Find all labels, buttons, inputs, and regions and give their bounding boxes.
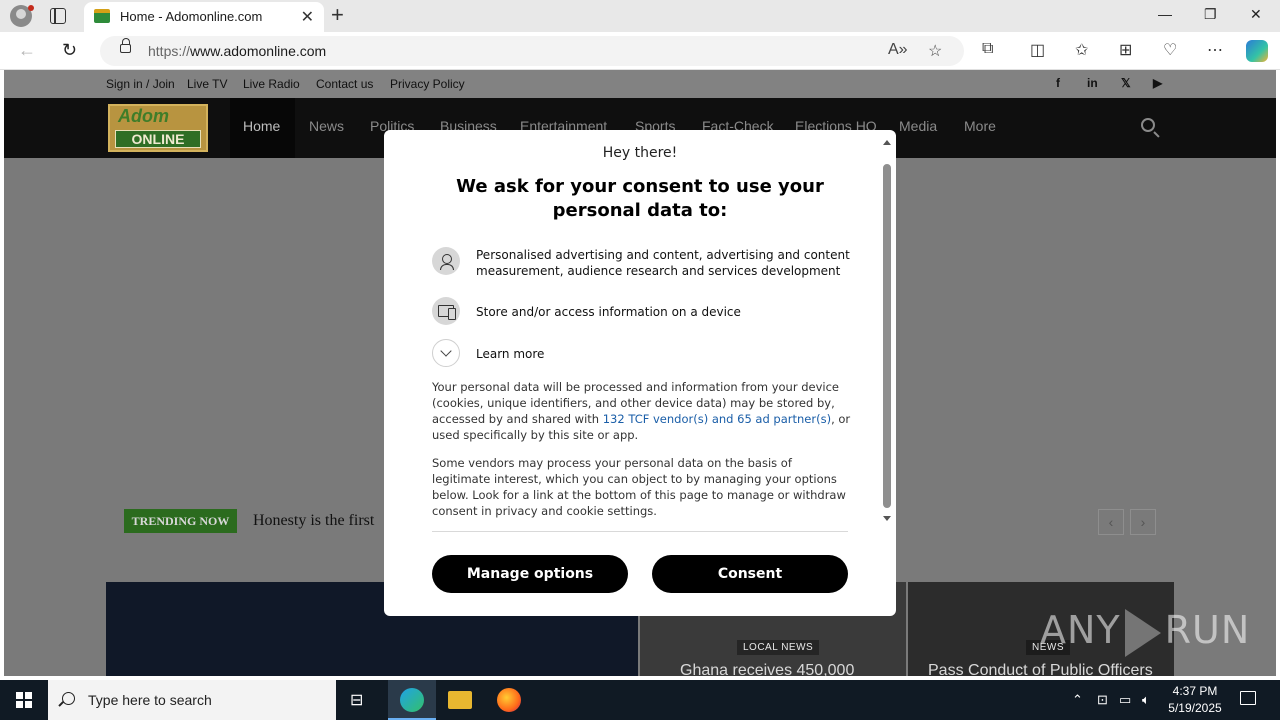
task-view-icon[interactable]: ⊟: [350, 690, 374, 714]
facebook-icon[interactable]: f: [1056, 76, 1060, 90]
watermark-logo: ANY RUN: [1040, 608, 1250, 657]
purpose-item: Personalised advertising and content, ad…: [432, 247, 852, 283]
scroll-down-icon[interactable]: [883, 516, 891, 521]
card-title[interactable]: Ghana receives 450,000: [680, 662, 854, 676]
edge-icon: [400, 688, 424, 712]
x-twitter-icon[interactable]: 𝕏: [1121, 76, 1131, 90]
system-clock[interactable]: 4:37 PM 5/19/2025: [1168, 683, 1222, 717]
top-links-bar: Sign in / Join Live TV Live Radio Contac…: [4, 70, 1276, 98]
site-favicon-icon: [94, 9, 110, 23]
collections-icon[interactable]: ⊞: [1119, 40, 1132, 60]
learn-more-toggle[interactable]: Learn more: [432, 339, 852, 367]
dialog-scrollbar[interactable]: [882, 138, 892, 526]
live-radio-link[interactable]: Live Radio: [243, 77, 300, 91]
learn-more-label[interactable]: Learn more: [476, 346, 544, 362]
trending-next-icon[interactable]: ›: [1130, 509, 1156, 535]
consent-heading: We ask for your consent to use your pers…: [456, 176, 824, 221]
browser-tab-strip: Home - Adomonline.com ✕ + — ❐ ✕: [0, 0, 1280, 32]
lock-icon[interactable]: [120, 38, 131, 53]
live-tv-link[interactable]: Live TV: [187, 77, 227, 91]
divider: [432, 531, 848, 532]
refresh-icon[interactable]: ↻: [62, 40, 77, 61]
nav-more[interactable]: More: [964, 118, 996, 134]
tab-close-icon[interactable]: ✕: [301, 7, 314, 27]
trending-prev-icon[interactable]: ‹: [1098, 509, 1124, 535]
address-bar[interactable]: https://www.adomonline.com A» ☆: [100, 36, 964, 66]
more-menu-icon[interactable]: ⋯: [1207, 40, 1223, 60]
restore-icon[interactable]: ❐: [1204, 6, 1217, 23]
card-category: LOCAL NEWS: [737, 640, 820, 655]
purpose-item: Store and/or access information on a dev…: [432, 297, 852, 325]
scroll-thumb[interactable]: [883, 164, 891, 508]
taskbar: Type here to search ⊟ ⌃ ⊡ ▭ 🔈︎ 4:37 PM 5…: [0, 680, 1280, 720]
minimize-icon[interactable]: —: [1158, 6, 1172, 22]
taskbar-search[interactable]: Type here to search: [48, 680, 336, 720]
favorite-star-icon[interactable]: ☆: [928, 41, 942, 61]
site-search-icon[interactable]: [1141, 118, 1155, 132]
chevron-down-icon[interactable]: [432, 339, 460, 367]
trending-label: TRENDING NOW: [124, 509, 237, 533]
tray-overflow-icon[interactable]: ⌃: [1072, 692, 1083, 708]
back-icon[interactable]: ←: [18, 40, 36, 61]
youtube-icon[interactable]: ▶: [1153, 76, 1162, 90]
firefox-icon[interactable]: [497, 688, 521, 712]
close-window-icon[interactable]: ✕: [1250, 6, 1262, 23]
privacy-policy-link[interactable]: Privacy Policy: [390, 77, 465, 91]
url-text[interactable]: https://www.adomonline.com: [148, 43, 326, 59]
browser-essentials-icon[interactable]: ♡: [1163, 40, 1177, 60]
linkedin-icon[interactable]: in: [1087, 76, 1098, 90]
copilot-icon[interactable]: [1246, 40, 1268, 62]
new-tab-icon[interactable]: +: [331, 3, 344, 27]
edge-taskbar-button[interactable]: [388, 680, 436, 720]
purpose-text: Store and/or access information on a dev…: [476, 305, 741, 319]
nav-news[interactable]: News: [309, 118, 344, 134]
consent-paragraph: Your personal data will be processed and…: [432, 380, 851, 442]
notification-dot-icon: [28, 5, 34, 11]
network-icon[interactable]: ▭: [1119, 692, 1131, 708]
person-icon: [432, 247, 460, 275]
purpose-text: Personalised advertising and content, ad…: [476, 248, 850, 278]
extensions-icon[interactable]: ⧉: [982, 40, 993, 58]
taskbar-search-placeholder[interactable]: Type here to search: [88, 692, 212, 708]
volume-icon[interactable]: 🔈︎: [1142, 692, 1150, 708]
manage-options-button[interactable]: Manage options: [432, 555, 628, 593]
vendors-link[interactable]: 132 TCF vendor(s) and 65 ad partner(s): [603, 412, 831, 426]
nav-media[interactable]: Media: [899, 118, 937, 134]
tray-app-icon[interactable]: ⊡: [1097, 692, 1108, 708]
consent-button[interactable]: Consent: [652, 555, 848, 593]
tab-actions-icon[interactable]: [50, 8, 66, 24]
tab-title: Home - Adomonline.com: [120, 9, 263, 24]
consent-dialog: Hey there! We ask for your consent to us…: [384, 130, 896, 616]
notifications-icon[interactable]: [1240, 691, 1256, 705]
windows-start-icon[interactable]: [16, 692, 32, 708]
nav-home[interactable]: Home: [243, 118, 280, 134]
contact-us-link[interactable]: Contact us: [316, 77, 373, 91]
favorites-icon[interactable]: ✩: [1075, 40, 1088, 60]
legitimate-interest-paragraph: Some vendors may process your personal d…: [432, 456, 846, 518]
split-screen-icon[interactable]: ◫: [1030, 40, 1045, 60]
read-aloud-icon[interactable]: A»: [888, 41, 908, 59]
file-explorer-icon[interactable]: [448, 691, 472, 709]
consent-greeting: Hey there!: [602, 145, 678, 161]
device-icon: [432, 297, 460, 325]
search-icon: [62, 692, 75, 705]
sign-in-link[interactable]: Sign in / Join: [106, 77, 175, 91]
card-title[interactable]: Pass Conduct of Public Officers: [928, 662, 1153, 676]
browser-tab[interactable]: Home - Adomonline.com ✕: [84, 2, 324, 32]
site-logo[interactable]: Adom ONLINE: [108, 104, 208, 152]
trending-headline[interactable]: Honesty is the first: [253, 512, 374, 530]
scroll-up-icon[interactable]: [883, 140, 891, 145]
